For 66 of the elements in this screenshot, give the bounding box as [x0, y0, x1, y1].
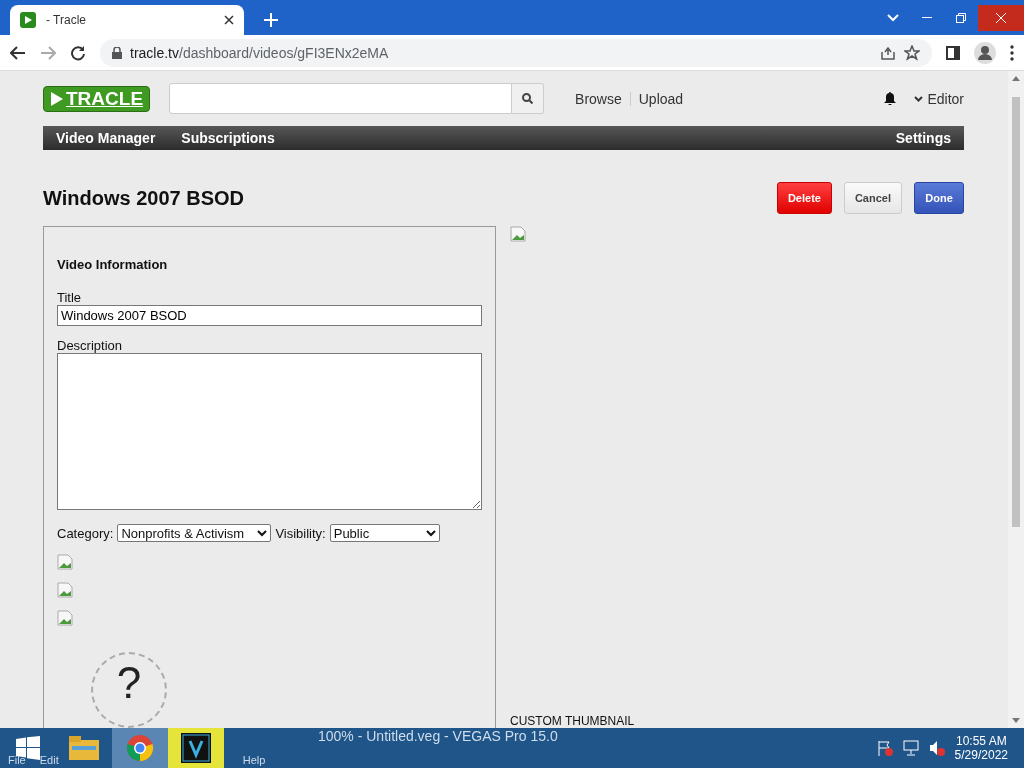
play-icon	[20, 12, 36, 28]
nav-link[interactable]: Video Manager	[56, 130, 156, 146]
scroll-down-icon[interactable]	[1012, 718, 1020, 723]
lock-icon	[112, 46, 122, 59]
broken-image-icon	[57, 554, 73, 570]
delete-button[interactable]: Delete	[776, 182, 832, 214]
header-link[interactable]: Browse	[575, 90, 622, 107]
url-text: tracle.tv/dashboard/videos/gFI3ENx2eMA	[130, 44, 389, 61]
close-icon[interactable]	[224, 15, 234, 25]
star-icon[interactable]	[904, 44, 920, 61]
nav-link[interactable]: Subscriptions	[181, 130, 275, 146]
side-panel-icon[interactable]	[946, 45, 960, 60]
profile-icon[interactable]	[974, 41, 996, 64]
window-title: 100% - Untitled.veg - VEGAS Pro 15.0	[318, 728, 558, 744]
browser-icon	[126, 734, 154, 762]
search-icon	[522, 93, 534, 104]
description-field[interactable]	[57, 353, 482, 510]
broken-image-icon	[57, 610, 73, 626]
field-label: Visibility:	[275, 525, 326, 541]
title-field[interactable]: Windows 2007 BSOD	[57, 305, 482, 326]
clock[interactable]: 10:55 AM 5/29/2022	[954, 734, 1008, 762]
bell-icon[interactable]	[884, 92, 897, 105]
search-button[interactable]	[512, 83, 545, 114]
caret-icon	[887, 13, 899, 22]
menu-item[interactable]: File	[8, 754, 26, 766]
broken-image-icon	[510, 226, 526, 242]
muted-speaker-icon[interactable]	[928, 740, 945, 756]
menu-item[interactable]: Help	[242, 754, 266, 766]
field-label: Category:	[57, 525, 114, 541]
folder-icon	[69, 736, 99, 760]
network-icon[interactable]	[902, 740, 919, 756]
visibility-select[interactable]: Public	[329, 524, 440, 542]
address-bar[interactable]: tracle.tv/dashboard/videos/gFI3ENx2eMA	[100, 38, 932, 67]
user-menu[interactable]: Editor	[914, 90, 964, 107]
caret-icon	[914, 95, 924, 102]
scrollbar-thumb[interactable]	[1012, 97, 1020, 527]
menu-item[interactable]: Edit	[39, 754, 59, 766]
cancel-button[interactable]: Cancel	[843, 182, 902, 214]
back-icon[interactable]	[10, 45, 26, 60]
new-tab-icon[interactable]	[264, 13, 278, 27]
close-icon	[996, 12, 1006, 23]
site-logo[interactable]: TRACLE	[43, 85, 151, 112]
share-icon[interactable]	[880, 45, 896, 60]
header-link[interactable]: Upload	[638, 90, 684, 107]
search-field[interactable]	[169, 83, 513, 114]
panel-heading: Video Information	[57, 257, 169, 272]
done-button[interactable]: Done	[914, 182, 964, 214]
flag-icon[interactable]	[876, 740, 893, 756]
minimize-icon	[922, 16, 932, 19]
restore-icon	[956, 12, 966, 23]
tab-title: - Tracle	[46, 13, 87, 27]
category-select[interactable]: Nonprofits & Activism	[117, 524, 272, 542]
browser-tab[interactable]: - Tracle	[10, 5, 244, 35]
field-label: Description	[57, 338, 124, 353]
menu-icon[interactable]	[1010, 44, 1014, 61]
field-label: Title	[57, 290, 83, 305]
reload-icon[interactable]	[70, 44, 86, 61]
caret-icon	[257, 529, 268, 537]
page-title: Windows 2007 BSOD	[43, 186, 244, 210]
editor-app-icon	[181, 733, 211, 763]
caret-icon	[425, 529, 436, 537]
scroll-up-icon[interactable]	[1012, 76, 1020, 81]
thumbnail-label: CUSTOM THUMBNAIL	[510, 714, 636, 728]
broken-image-icon	[57, 582, 73, 598]
nav-link[interactable]: Settings	[895, 130, 951, 146]
editor-app-button[interactable]	[168, 728, 224, 768]
